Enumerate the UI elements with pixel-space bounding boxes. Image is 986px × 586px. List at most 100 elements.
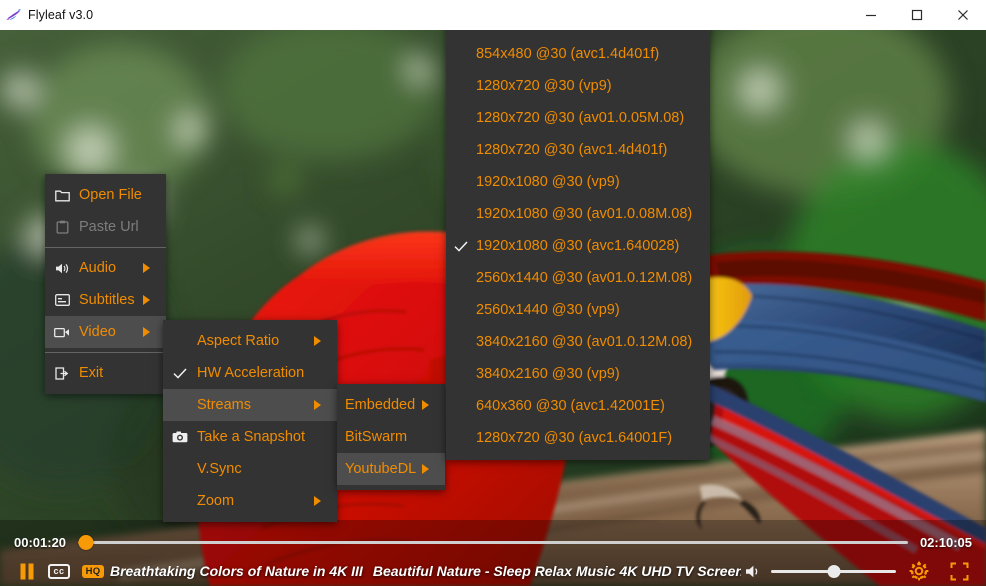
format-item-640x360-avc1[interactable]: 640x360 @30 (avc1.42001E) [446, 390, 710, 422]
format-item-1280x720-avc1-4d401f[interactable]: 1280x720 @30 (avc1.4d401f) [446, 134, 710, 166]
menu-item-label: HW Acceleration [197, 365, 305, 381]
chevron-right-icon [417, 400, 435, 410]
menu-item-embedded[interactable]: Embedded [337, 389, 445, 421]
minimize-icon [866, 14, 876, 17]
menu-item-video[interactable]: Video [45, 316, 166, 348]
close-icon [958, 10, 968, 20]
format-label: 640x360 @30 (avc1.42001E) [476, 398, 665, 414]
menu-item-take-a-snapshot[interactable]: Take a Snapshot [163, 421, 337, 453]
menu-item-streams[interactable]: Streams [163, 389, 337, 421]
format-item-854x480-avc1[interactable]: 854x480 @30 (avc1.4d401f) [446, 38, 710, 70]
format-label: 854x480 @30 (avc1.4d401f) [476, 46, 660, 62]
format-label: 1280x720 @30 (av01.0.05M.08) [476, 110, 685, 126]
check-icon [446, 240, 476, 252]
window-title: Flyleaf v3.0 [28, 8, 94, 22]
format-label: 1920x1080 @30 (av01.0.08M.08) [476, 206, 693, 222]
context-menu-streams[interactable]: Embedded BitSwarm YoutubeDL [337, 384, 445, 490]
format-label: 3840x2160 @30 (vp9) [476, 366, 620, 382]
context-menu-youtubedl-formats[interactable]: 854x480 @30 (av01.0.04M.08) 854x480 @30 … [446, 0, 710, 460]
cc-badge-label: cc [48, 563, 70, 579]
maximize-button[interactable] [894, 0, 940, 30]
menu-item-label: Embedded [345, 397, 416, 413]
fullscreen-button[interactable] [938, 562, 980, 581]
menu-item-aspect-ratio[interactable]: Aspect Ratio [163, 325, 337, 357]
seek-slider[interactable] [78, 533, 908, 551]
title-part-1: Breathtaking Colors of Nature in 4K III [110, 563, 363, 579]
format-item-3840x2160-av01[interactable]: 3840x2160 @30 (av01.0.12M.08) [446, 326, 710, 358]
current-time-label: 00:01:20 [14, 534, 67, 550]
fullscreen-icon [950, 562, 968, 580]
maximize-icon [911, 9, 923, 21]
menu-item-label: Take a Snapshot [197, 429, 306, 445]
menu-item-label: BitSwarm [345, 429, 408, 445]
format-label: 1920x1080 @30 (avc1.640028) [476, 238, 680, 254]
pause-icon [20, 563, 34, 579]
format-item-2560x1440-av01[interactable]: 2560x1440 @30 (av01.0.12M.08) [446, 262, 710, 294]
menu-item-label: V.Sync [197, 461, 242, 477]
close-button[interactable] [940, 0, 986, 30]
menu-item-vsync[interactable]: V.Sync [163, 453, 337, 485]
menu-item-audio[interactable]: Audio [45, 252, 166, 284]
menu-item-subtitles[interactable]: Subtitles [45, 284, 166, 316]
format-label: 1920x1080 @30 (vp9) [476, 174, 620, 190]
format-label: 1280x720 @30 (vp9) [476, 78, 612, 94]
chevron-right-icon [138, 263, 156, 273]
chevron-right-icon [138, 295, 156, 305]
menu-separator [45, 352, 166, 353]
hq-badge-label: HQ [81, 564, 105, 578]
menu-item-label: Zoom [197, 493, 235, 509]
menu-item-open-file[interactable]: Open File [45, 179, 166, 211]
folder-icon [45, 189, 79, 202]
seek-row: 00:01:20 02:10:05 [0, 530, 986, 554]
context-menu-main[interactable]: Open File Paste Url Audio Subtitles Vide… [45, 174, 166, 394]
menu-item-hw-acceleration[interactable]: HW Acceleration [163, 357, 337, 389]
menu-item-label: Paste Url [79, 219, 139, 235]
format-label: 2560x1440 @30 (av01.0.12M.08) [476, 270, 693, 286]
format-item-1920x1080-av01[interactable]: 1920x1080 @30 (av01.0.08M.08) [446, 198, 710, 230]
menu-item-bitswarm[interactable]: BitSwarm [337, 421, 445, 453]
settings-button[interactable] [900, 560, 938, 582]
gear-icon [909, 561, 929, 581]
closed-captions-button[interactable]: cc [42, 563, 76, 579]
total-time-label: 02:10:05 [919, 534, 972, 550]
title-part-2: Beautiful Nature - Sleep Relax Music 4K … [372, 563, 741, 579]
subtitles-icon [45, 294, 79, 306]
seek-handle[interactable] [78, 534, 94, 550]
menu-item-zoom[interactable]: Zoom [163, 485, 337, 517]
format-item-1920x1080-avc1-640028[interactable]: 1920x1080 @30 (avc1.640028) [446, 230, 710, 262]
format-label: 3840x2160 @30 (av01.0.12M.08) [476, 334, 693, 350]
quality-button[interactable]: HQ [76, 564, 110, 578]
camera-icon [163, 431, 197, 443]
menu-item-label: Open File [79, 187, 142, 203]
menu-item-label: Subtitles [79, 292, 135, 308]
format-item-1920x1080-vp9[interactable]: 1920x1080 @30 (vp9) [446, 166, 710, 198]
player-controls-bar: 00:01:20 02:10:05 cc HQ Breathtaking Col… [0, 520, 986, 586]
menu-item-label: Streams [197, 397, 251, 413]
menu-separator [45, 247, 166, 248]
format-item-1280x720-avc1-64001f[interactable]: 1280x720 @30 (avc1.64001F) [446, 422, 710, 454]
pause-button[interactable] [12, 563, 42, 580]
format-item-1280x720-av01[interactable]: 1280x720 @30 (av01.0.05M.08) [446, 102, 710, 134]
video-camera-icon [45, 327, 79, 338]
menu-item-paste-url[interactable]: Paste Url [45, 211, 166, 243]
minimize-button[interactable] [848, 0, 894, 30]
menu-item-label: YoutubeDL [345, 461, 417, 477]
menu-item-youtubedl[interactable]: YoutubeDL [337, 453, 445, 485]
format-label: 1280x720 @30 (avc1.64001F) [476, 430, 673, 446]
menu-item-label: Aspect Ratio [197, 333, 280, 349]
menu-item-exit[interactable]: Exit [45, 357, 166, 389]
menu-item-label: Video [79, 324, 116, 340]
title-bar[interactable]: Flyleaf v3.0 [0, 0, 986, 30]
context-menu-video[interactable]: Aspect Ratio HW Acceleration Streams Tak… [163, 320, 337, 522]
format-item-1280x720-vp9[interactable]: 1280x720 @30 (vp9) [446, 70, 710, 102]
format-item-3840x2160-vp9[interactable]: 3840x2160 @30 (vp9) [446, 358, 710, 390]
chevron-right-icon [138, 327, 156, 337]
chevron-right-icon [309, 336, 327, 346]
now-playing-title: Breathtaking Colors of Nature in 4K III … [110, 563, 741, 579]
volume-slider[interactable] [771, 563, 896, 579]
volume-handle[interactable] [827, 564, 840, 578]
control-row: cc HQ Breathtaking Colors of Nature in 4… [0, 556, 986, 586]
menu-item-label: Exit [79, 365, 104, 381]
format-item-2560x1440-vp9[interactable]: 2560x1440 @30 (vp9) [446, 294, 710, 326]
volume-button[interactable] [741, 564, 767, 579]
